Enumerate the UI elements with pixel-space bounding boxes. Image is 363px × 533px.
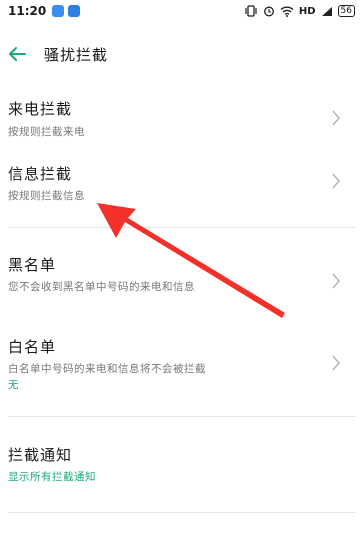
section-divider — [8, 227, 356, 228]
status-indicators: HD 56 — [244, 5, 355, 17]
battery-icon: 56 — [337, 5, 355, 17]
interception-notification-row[interactable]: 拦截通知 显示所有拦截通知 — [0, 438, 363, 494]
chevron-right-icon — [332, 355, 340, 371]
chevron-right-icon — [332, 173, 340, 189]
row-subtitle: 显示所有拦截通知 — [8, 471, 96, 483]
row-title: 来电拦截 — [8, 100, 73, 118]
alarm-icon — [263, 6, 274, 17]
app-notification-icon-2 — [68, 5, 81, 17]
message-interception-row[interactable]: 信息拦截 按规则拦截信息 — [0, 157, 363, 213]
row-title: 拦截通知 — [8, 446, 73, 464]
section-divider — [8, 512, 356, 513]
row-title: 白名单 — [8, 338, 57, 356]
row-subtitle: 白名单中号码的来电和信息将不会被拦截 — [8, 363, 206, 375]
hd-indicator: HD — [298, 5, 316, 17]
signal-icon — [321, 6, 332, 16]
status-bar: 11:20 HD 56 — [0, 0, 363, 22]
call-interception-row[interactable]: 来电拦截 按规则拦截来电 — [0, 92, 363, 148]
chevron-right-icon — [332, 273, 340, 289]
row-title: 信息拦截 — [8, 165, 73, 183]
section-divider — [8, 416, 356, 417]
chevron-right-icon — [332, 110, 340, 126]
whitelist-row[interactable]: 白名单 白名单中号码的来电和信息将不会被拦截 无 — [0, 330, 363, 400]
vibrate-icon — [245, 5, 257, 17]
app-notification-icon — [52, 5, 65, 17]
blacklist-row[interactable]: 黑名单 您不会收到黑名单中号码的来电和信息 — [0, 248, 363, 310]
row-subtitle: 按规则拦截来电 — [8, 126, 85, 138]
app-header: 骚扰拦截 — [0, 34, 363, 74]
wifi-icon — [280, 6, 294, 17]
row-subtitle: 您不会收到黑名单中号码的来电和信息 — [8, 281, 195, 293]
back-arrow-icon — [9, 47, 26, 61]
page-title: 骚扰拦截 — [44, 45, 109, 64]
whitelist-status: 无 — [8, 379, 19, 391]
back-button[interactable] — [2, 39, 32, 69]
row-title: 黑名单 — [8, 256, 57, 274]
status-time: 11:20 — [8, 4, 47, 18]
row-subtitle: 按规则拦截信息 — [8, 190, 85, 202]
